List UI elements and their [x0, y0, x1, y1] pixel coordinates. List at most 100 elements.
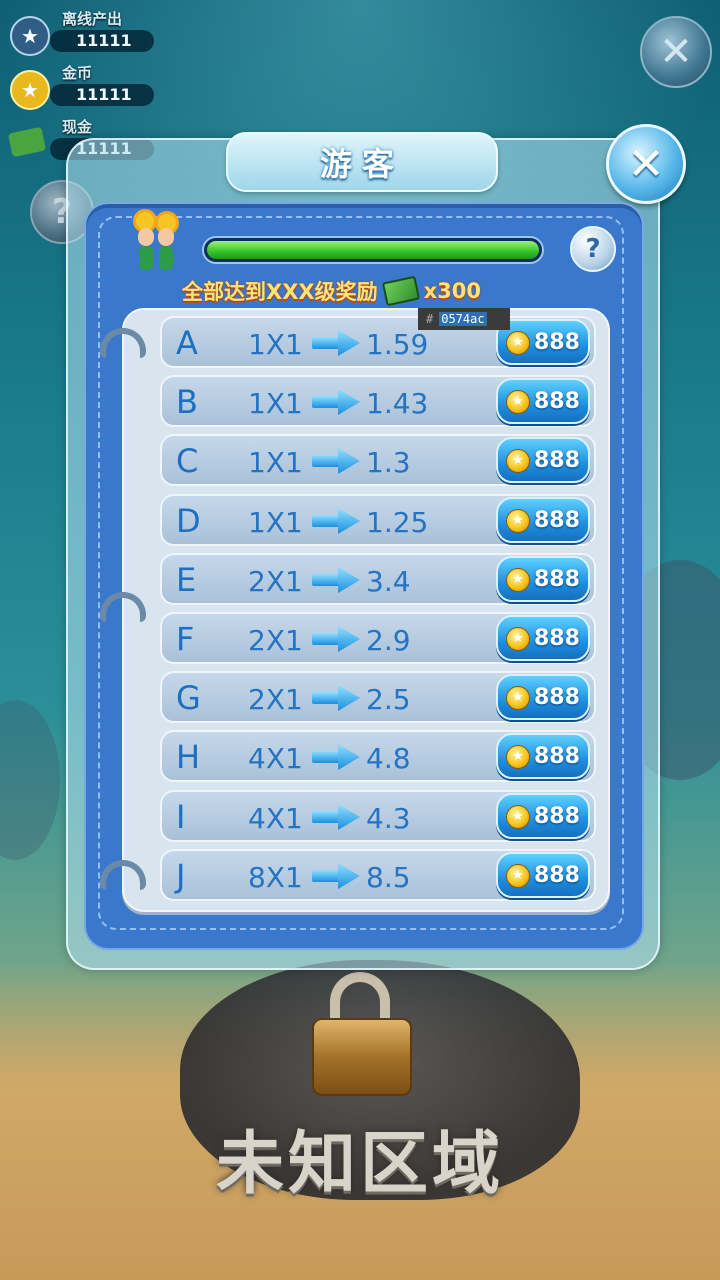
upgrade-price: 888 [534, 330, 580, 355]
star-icon: ★ [10, 16, 50, 56]
close-icon: ✕ [659, 29, 693, 75]
color-tooltip: #0574ac [418, 308, 510, 330]
arrow-right-icon [312, 862, 360, 889]
stat-offline-value: 11111 [50, 30, 154, 52]
coin-icon: ★ [506, 567, 530, 592]
arrow-right-icon [312, 507, 360, 534]
buy-upgrade-button[interactable]: ★ 888 [496, 792, 590, 839]
tooltip-hex: 0574ac [439, 312, 487, 326]
help-icon: ? [585, 234, 601, 264]
upgrade-letter: J [176, 856, 186, 895]
arrow-right-icon [312, 803, 360, 830]
upgrade-letter: A [176, 324, 198, 362]
coin-icon: ★ [506, 449, 530, 474]
upgrade-letter: C [176, 442, 199, 481]
coin-icon: ★ [506, 745, 530, 770]
upgrade-row: E 2X1 3.4 ★ 888 [160, 552, 596, 605]
upgrade-letter: D [176, 501, 201, 540]
buy-upgrade-button[interactable]: ★ 888 [496, 555, 590, 602]
upgrade-multiplier: 1X1 [248, 328, 303, 361]
upgrade-row: I 4X1 4.3 ★ 888 [160, 789, 596, 842]
cash-icon [381, 275, 420, 307]
arrow-right-icon [312, 566, 360, 593]
buy-upgrade-button[interactable]: ★ 888 [496, 851, 590, 898]
upgrade-row: H 4X1 4.8 ★ 888 [160, 730, 596, 783]
upgrade-price: 888 [534, 448, 580, 474]
cash-icon [7, 126, 47, 158]
upgrade-target: 3.4 [366, 564, 411, 598]
upgrade-multiplier: 4X1 [248, 801, 303, 835]
upgrade-multiplier: 8X1 [248, 860, 303, 894]
reward-text: 全部达到XXX级奖励 [182, 280, 378, 304]
upgrade-letter: E [176, 560, 197, 599]
coin-icon: ★ [506, 508, 530, 533]
upgrade-multiplier: 1X1 [248, 505, 303, 539]
coin-icon: ★ [506, 331, 530, 355]
upgrade-row: B 1X1 1.43 ★ 888 [160, 375, 596, 428]
upgrade-multiplier: 4X1 [248, 742, 303, 776]
progress-bar [202, 236, 544, 264]
upgrade-row: D 1X1 1.25 ★ 888 [160, 493, 596, 546]
upgrade-multiplier: 1X1 [248, 387, 303, 421]
upgrade-letter: H [176, 738, 201, 777]
visitor-avatar-icon [132, 212, 178, 274]
upgrade-target: 4.3 [366, 801, 411, 835]
stat-cash-label: 现金 [62, 118, 93, 136]
stat-offline-label: 离线产出 [62, 10, 123, 28]
stat-gold: ★ 11111 金币 [10, 64, 154, 110]
reward-amount: x300 [423, 279, 481, 303]
reward-banner: 全部达到XXX级奖励 x300 [182, 275, 542, 307]
stat-gold-value: 11111 [50, 84, 154, 106]
upgrade-price: 888 [534, 685, 580, 711]
arrow-right-icon [312, 685, 360, 712]
arrow-right-icon [312, 389, 360, 416]
background-close-button[interactable]: ✕ [640, 16, 712, 88]
upgrade-target: 2.9 [366, 624, 411, 657]
upgrade-target: 8.5 [366, 860, 411, 894]
buy-upgrade-button[interactable]: ★ 888 [496, 319, 590, 365]
upgrade-letter: F [176, 620, 195, 658]
buy-upgrade-button[interactable]: ★ 888 [496, 733, 590, 780]
upgrade-price: 888 [534, 507, 580, 533]
upgrade-target: 1.3 [366, 446, 411, 480]
buy-upgrade-button[interactable]: ★ 888 [496, 496, 590, 543]
upgrade-multiplier: 1X1 [248, 446, 303, 480]
buy-upgrade-button[interactable]: ★ 888 [496, 437, 590, 484]
dialog-help-button[interactable]: ? [570, 226, 616, 272]
upgrade-row: F 2X1 2.9 ★ 888 [160, 612, 596, 664]
arrow-right-icon [312, 626, 360, 652]
upgrade-target: 1.43 [366, 387, 429, 421]
stat-gold-label: 金币 [62, 64, 93, 82]
dialog-title: 游客 [319, 145, 404, 183]
coin-icon: ★ [506, 686, 530, 711]
upgrade-letter: I [176, 797, 186, 836]
tooltip-hash: # [426, 312, 434, 326]
coin-icon: ★ [506, 804, 530, 829]
stat-offline-output: ★ 11111 离线产出 [10, 10, 154, 56]
upgrade-price: 888 [534, 862, 580, 888]
upgrade-target: 1.59 [366, 328, 429, 361]
buy-upgrade-button[interactable]: ★ 888 [496, 674, 590, 721]
upgrade-multiplier: 2X1 [248, 683, 303, 717]
lock-body [312, 1018, 412, 1096]
progress-fill [207, 241, 539, 259]
dialog-close-button[interactable]: ✕ [606, 124, 686, 204]
buy-upgrade-button[interactable]: ★ 888 [496, 378, 590, 425]
upgrade-price: 888 [534, 744, 580, 770]
upgrade-row: A 1X1 1.59 ★ 888 [160, 316, 596, 368]
arrow-right-icon [312, 744, 360, 771]
coin-icon: ★ [10, 70, 50, 110]
upgrade-price: 888 [534, 803, 580, 829]
coin-icon: ★ [506, 390, 530, 415]
coin-icon: ★ [506, 627, 530, 651]
upgrade-multiplier: 2X1 [248, 564, 303, 598]
buy-upgrade-button[interactable]: ★ 888 [496, 615, 590, 661]
upgrade-target: 1.25 [366, 505, 429, 539]
upgrade-price: 888 [534, 389, 580, 415]
locked-area-label[interactable]: 未知区域 [0, 1108, 720, 1207]
arrow-right-icon [312, 330, 360, 356]
upgrade-price: 888 [534, 626, 580, 651]
dialog-title-tab: 游客 [226, 132, 498, 192]
arrow-right-icon [312, 448, 360, 475]
upgrade-letter: G [176, 679, 201, 718]
